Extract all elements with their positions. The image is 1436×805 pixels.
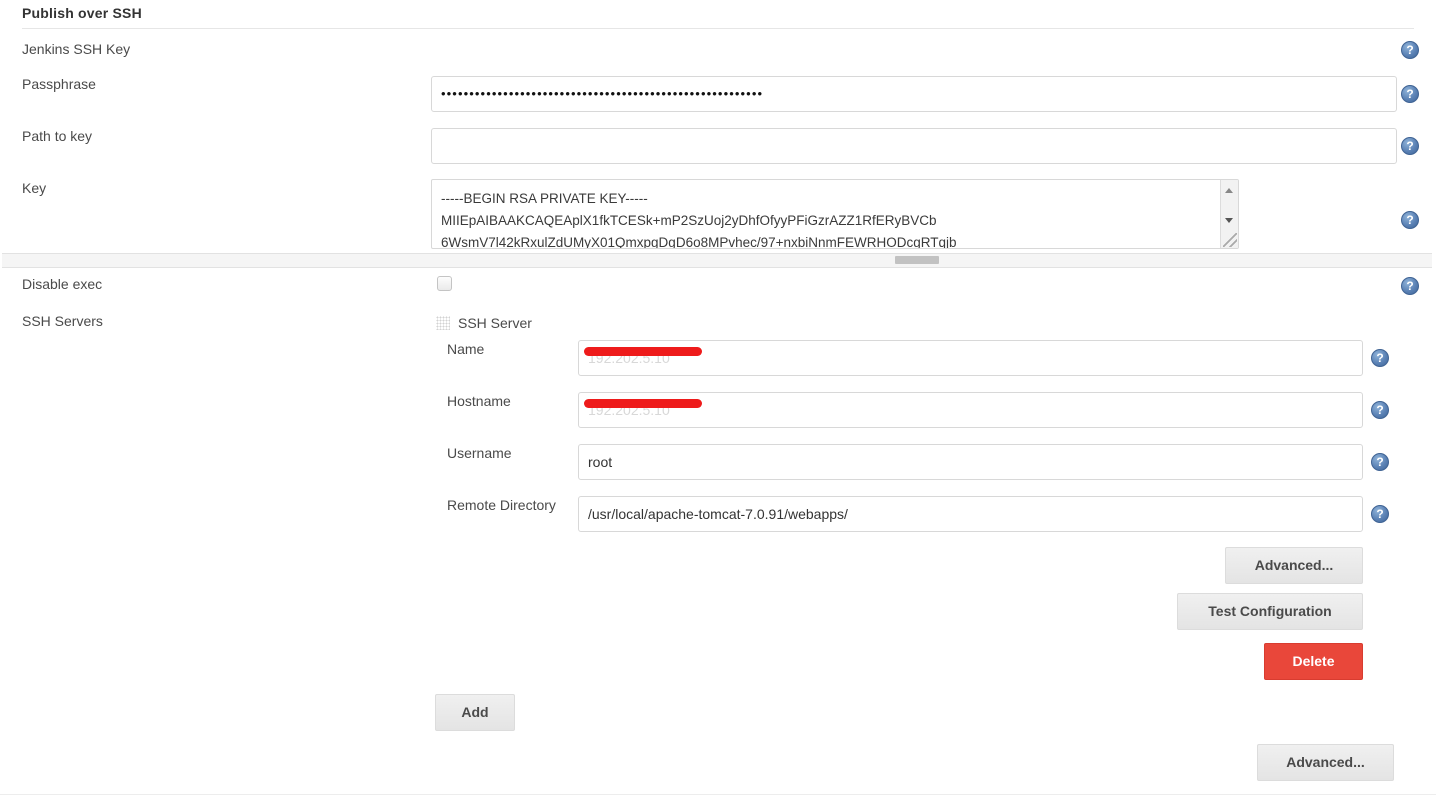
horizontal-scrollbar-thumb[interactable] <box>895 256 939 264</box>
redaction-bar <box>584 399 702 408</box>
add-button[interactable]: Add <box>435 694 515 731</box>
header-divider <box>22 28 1414 29</box>
help-icon-disable-exec[interactable] <box>1401 277 1419 295</box>
test-configuration-button[interactable]: Test Configuration <box>1177 593 1363 630</box>
bottom-divider <box>0 794 1436 795</box>
passphrase-label: Passphrase <box>22 76 96 92</box>
ssh-server-username-input[interactable]: root <box>578 444 1363 480</box>
ssh-server-remote-directory-label: Remote Directory <box>447 497 556 513</box>
page-title: Publish over SSH <box>22 5 142 21</box>
ssh-server-hostname-redaction: 192.202.5.10 <box>584 393 702 427</box>
ssh-server-title: SSH Server <box>458 315 532 331</box>
help-icon-ssh-server-name[interactable] <box>1371 349 1389 367</box>
help-icon-key[interactable] <box>1401 211 1419 229</box>
scroll-up-arrow-icon[interactable] <box>1221 182 1238 199</box>
redaction-bar <box>584 347 702 356</box>
jenkins-ssh-key-label: Jenkins SSH Key <box>22 41 131 57</box>
ssh-servers-label: SSH Servers <box>22 313 103 329</box>
path-to-key-label: Path to key <box>22 128 93 144</box>
ssh-server-hostname-input[interactable]: 192.202.5.10 <box>578 392 1363 428</box>
advanced-server-button[interactable]: Advanced... <box>1225 547 1363 584</box>
advanced-section-button[interactable]: Advanced... <box>1257 744 1394 781</box>
ssh-server-name-redaction: 192.202.5.10 <box>584 341 702 375</box>
ssh-server-name-input[interactable]: 192.202.5.10 <box>578 340 1363 376</box>
key-label: Key <box>22 180 47 196</box>
help-icon-jenkins-ssh-key[interactable] <box>1401 41 1419 59</box>
help-icon-path-to-key[interactable] <box>1401 137 1419 155</box>
help-icon-ssh-server-remote-directory[interactable] <box>1371 505 1389 523</box>
ssh-server-name-label: Name <box>447 341 485 357</box>
horizontal-scrollbar[interactable] <box>2 253 1432 268</box>
path-to-key-input[interactable] <box>431 128 1397 164</box>
key-textarea[interactable]: -----BEGIN RSA PRIVATE KEY----- MIIEpAIB… <box>431 179 1239 249</box>
ssh-server-hostname-label: Hostname <box>447 393 511 409</box>
disable-exec-checkbox[interactable] <box>437 276 452 291</box>
disable-exec-label: Disable exec <box>22 276 103 292</box>
scroll-down-arrow-icon[interactable] <box>1221 212 1238 229</box>
help-icon-ssh-server-hostname[interactable] <box>1371 401 1389 419</box>
ssh-server-remote-directory-input[interactable]: /usr/local/apache-tomcat-7.0.91/webapps/ <box>578 496 1363 532</box>
drag-handle-icon[interactable] <box>436 316 450 330</box>
resize-grip-icon[interactable] <box>1223 233 1237 247</box>
passphrase-input[interactable]: ••••••••••••••••••••••••••••••••••••••••… <box>431 76 1397 112</box>
help-icon-passphrase[interactable] <box>1401 85 1419 103</box>
delete-button[interactable]: Delete <box>1264 643 1363 680</box>
help-icon-ssh-server-username[interactable] <box>1371 453 1389 471</box>
ssh-server-username-label: Username <box>447 445 512 461</box>
key-textarea-value: -----BEGIN RSA PRIVATE KEY----- MIIEpAIB… <box>441 191 957 249</box>
